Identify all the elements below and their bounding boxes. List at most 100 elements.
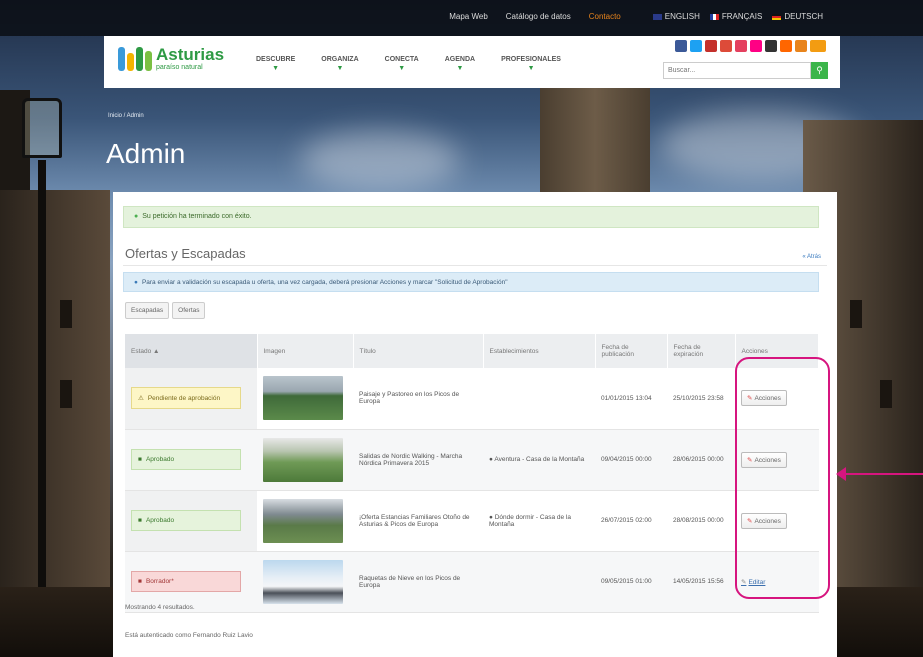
table-row: ■ Borrador* Raquetas de Nieve en los Pico… bbox=[125, 551, 819, 613]
table-row: ⚠ Pendiente de aprobación Paisaje y Pasto… bbox=[125, 368, 819, 430]
pub-date: 01/01/2015 13:04 bbox=[595, 368, 667, 430]
nav-descubre[interactable]: DESCUBRE ▼ bbox=[256, 56, 295, 72]
pencil-icon: ✎ bbox=[747, 395, 753, 403]
status-badge: ■ Aprobado bbox=[131, 449, 241, 470]
success-message: Su petición ha terminado con éxito. bbox=[142, 213, 252, 220]
site-header: Asturias paraíso natural DESCUBRE ▼ ORGAN… bbox=[104, 36, 840, 88]
actions-button[interactable]: ✎ Acciones bbox=[741, 451, 787, 468]
nav-conecta[interactable]: CONECTA ▼ bbox=[385, 56, 419, 72]
nav-organiza[interactable]: ORGANIZA ▼ bbox=[321, 56, 358, 72]
edit-link[interactable]: ✎ Editar bbox=[741, 579, 765, 586]
pub-date: 26/07/2015 02:00 bbox=[595, 490, 667, 552]
youtube-icon[interactable] bbox=[705, 40, 717, 52]
section-title: Ofertas y Escapadas bbox=[125, 246, 246, 261]
nav-agenda[interactable]: AGENDA ▼ bbox=[445, 56, 475, 72]
check-circle-icon: ● bbox=[134, 213, 139, 220]
main-nav: DESCUBRE ▼ ORGANIZA ▼ CONECTA ▼ AGENDA ▼ PRO… bbox=[256, 56, 587, 72]
tab-ofertas[interactable]: Ofertas bbox=[172, 302, 206, 319]
utility-bar: Mapa Web Catálogo de datos Contacto ENGL… bbox=[0, 0, 923, 36]
search-icon: ⚲ bbox=[816, 65, 823, 75]
logo-title: Asturias bbox=[156, 45, 225, 64]
table-row: ■ Aprobado Salidas de Nordic Walking - Ma… bbox=[125, 429, 819, 491]
exp-date: 28/06/2015 00:00 bbox=[667, 429, 735, 491]
column-header-estado[interactable]: Estado ▲ bbox=[125, 334, 258, 368]
column-header-establecimientos[interactable]: Establecimientos bbox=[483, 334, 596, 368]
exp-date: 25/10/2015 23:58 bbox=[667, 368, 735, 430]
info-icon: ● bbox=[134, 279, 138, 286]
chevron-down-icon: ▼ bbox=[527, 65, 535, 72]
contact-link[interactable]: Contacto bbox=[589, 12, 621, 21]
offer-thumbnail[interactable] bbox=[263, 559, 343, 604]
check-icon: ■ bbox=[138, 517, 142, 524]
offer-establishments[interactable]: ● Aventura - Casa de la Montaña bbox=[483, 429, 595, 491]
status-badge: ■ Aprobado bbox=[131, 510, 241, 531]
social-icons bbox=[675, 40, 826, 52]
column-header-acciones: Acciones bbox=[735, 334, 819, 368]
offer-thumbnail[interactable] bbox=[263, 376, 343, 421]
blog-icon[interactable] bbox=[795, 40, 807, 52]
actions-button[interactable]: ✎ Acciones bbox=[741, 512, 787, 529]
app-icon[interactable] bbox=[810, 40, 826, 52]
offer-title[interactable]: ¡Oferta Estancias Familiares Otoño de As… bbox=[353, 490, 483, 552]
foursquare-icon[interactable] bbox=[765, 40, 777, 52]
nav-profesionales[interactable]: PROFESIONALES ▼ bbox=[501, 56, 561, 72]
column-header-fecha-expiracion[interactable]: Fecha de expiración bbox=[667, 334, 736, 368]
site-logo[interactable]: Asturias paraíso natural bbox=[118, 46, 224, 71]
status-badge: ■ Borrador* bbox=[131, 571, 241, 592]
logo-icon bbox=[118, 46, 152, 71]
search-button[interactable]: ⚲ bbox=[811, 62, 828, 79]
search-input[interactable] bbox=[663, 62, 811, 79]
flickr-icon[interactable] bbox=[750, 40, 762, 52]
column-header-imagen[interactable]: Imagen bbox=[257, 334, 354, 368]
chevron-down-icon: ▼ bbox=[456, 65, 464, 72]
lang-german[interactable]: DEUTSCH bbox=[772, 12, 823, 21]
facebook-icon[interactable] bbox=[675, 40, 687, 52]
pub-date: 09/04/2015 00:00 bbox=[595, 429, 667, 491]
success-alert: ● Su petición ha terminado con éxito. bbox=[123, 206, 819, 228]
rss-icon[interactable] bbox=[780, 40, 792, 52]
offer-thumbnail[interactable] bbox=[263, 437, 343, 482]
status-badge: ⚠ Pendiente de aprobación bbox=[131, 387, 241, 410]
results-count: Mostrando 4 resultados. bbox=[125, 604, 195, 611]
twitter-icon[interactable] bbox=[690, 40, 702, 52]
logged-user-info: Está autenticado como Fernando Ruiz Lavi… bbox=[125, 632, 253, 639]
type-tabs: Escapadas Ofertas bbox=[125, 302, 206, 319]
instagram-icon[interactable] bbox=[735, 40, 747, 52]
exp-date: 14/05/2015 15:56 bbox=[667, 551, 735, 613]
offer-title[interactable]: Paisaje y Pastoreo en los Picos de Europ… bbox=[353, 368, 483, 430]
column-header-fecha-publicacion[interactable]: Fecha de publicación bbox=[595, 334, 668, 368]
content-panel: ● Su petición ha terminado con éxito. Ofe… bbox=[113, 192, 837, 657]
chevron-down-icon: ▼ bbox=[272, 65, 280, 72]
pub-date: 09/05/2015 01:00 bbox=[595, 551, 667, 613]
offer-thumbnail[interactable] bbox=[263, 498, 343, 543]
warning-icon: ⚠ bbox=[138, 395, 144, 403]
pencil-icon: ✎ bbox=[747, 456, 753, 464]
edit-icon: ✎ bbox=[741, 578, 747, 586]
tab-escapadas[interactable]: Escapadas bbox=[125, 302, 170, 319]
info-message: Para enviar a validación su escapada u o… bbox=[141, 279, 508, 286]
offer-title[interactable]: Salidas de Nordic Walking - Marcha Nórdi… bbox=[353, 429, 483, 491]
lang-french[interactable]: FRANÇAIS bbox=[709, 12, 762, 21]
info-alert: ● Para enviar a validación su escapada u … bbox=[123, 272, 819, 292]
lang-english[interactable]: ENGLISH bbox=[652, 12, 700, 21]
sitemap-link[interactable]: Mapa Web bbox=[449, 12, 488, 21]
data-catalog-link[interactable]: Catálogo de datos bbox=[506, 12, 571, 21]
page-title: Admin bbox=[106, 138, 186, 169]
search-box: ⚲ bbox=[663, 62, 828, 79]
check-icon: ■ bbox=[138, 456, 142, 463]
breadcrumb[interactable]: Inicio / Admin bbox=[108, 113, 144, 119]
offer-establishments bbox=[483, 368, 595, 430]
offers-table: Estado ▲ Imagen Título Establecimientos … bbox=[125, 334, 819, 613]
divider bbox=[123, 265, 827, 266]
chevron-down-icon: ▼ bbox=[398, 65, 406, 72]
pencil-icon: ✎ bbox=[747, 517, 753, 525]
draft-icon: ■ bbox=[138, 578, 142, 585]
back-link[interactable]: « Atrás bbox=[802, 254, 821, 260]
actions-button[interactable]: ✎ Acciones bbox=[741, 390, 787, 407]
offer-title[interactable]: Raquetas de Nieve en los Picos de Europa bbox=[353, 551, 483, 613]
google-plus-icon[interactable] bbox=[720, 40, 732, 52]
offer-establishments bbox=[483, 551, 595, 613]
column-header-titulo[interactable]: Título bbox=[353, 334, 484, 368]
offer-establishments[interactable]: ● Dónde dormir - Casa de la Montaña bbox=[483, 490, 595, 552]
logo-subtitle: paraíso natural bbox=[156, 64, 203, 71]
